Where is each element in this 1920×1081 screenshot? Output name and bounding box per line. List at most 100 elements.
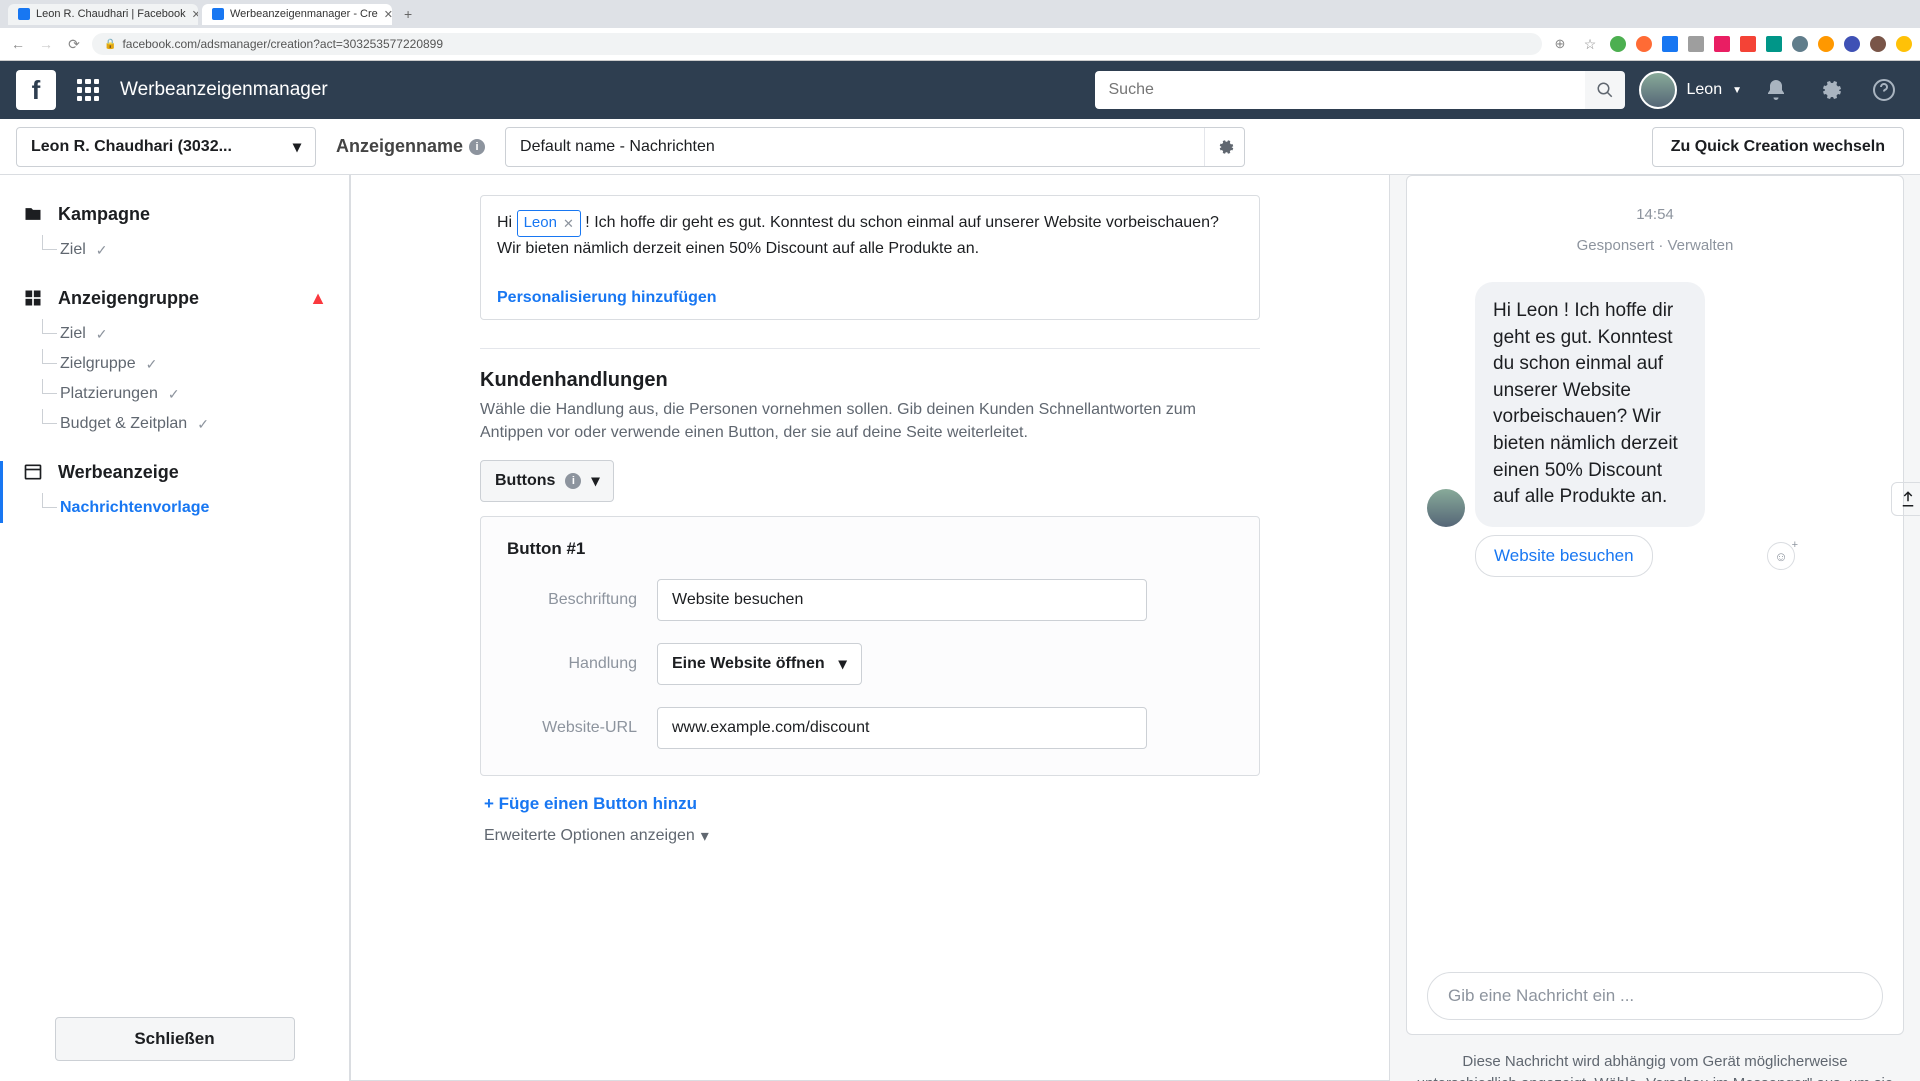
remove-tag-icon[interactable]: ✕	[563, 214, 574, 234]
account-label: Leon R. Chaudhari (3032...	[31, 138, 232, 156]
account-dropdown[interactable]: Leon R. Chaudhari (3032... ▾	[16, 127, 316, 167]
field-caption: Beschriftung	[507, 579, 1233, 621]
extension-icon[interactable]	[1766, 36, 1782, 52]
add-button-link[interactable]: + Füge einen Button hinzu	[480, 776, 701, 822]
reload-button[interactable]: ⟳	[64, 36, 84, 53]
extension-icon[interactable]	[1714, 36, 1730, 52]
field-url: Website-URL	[507, 707, 1233, 749]
ad-name-field	[505, 127, 1245, 167]
search-button[interactable]	[1585, 71, 1625, 109]
extension-icon[interactable]	[1662, 36, 1678, 52]
star-icon[interactable]: ☆	[1580, 36, 1600, 53]
button-config-card: Button #1 Beschriftung Handlung Eine Web…	[480, 516, 1260, 776]
emoji-reaction-icon[interactable]: ☺	[1767, 542, 1795, 570]
sidebar-item-label: Zielgruppe	[60, 355, 136, 373]
ad-name-label: Anzeigenname i	[336, 136, 485, 157]
tab-strip: Leon R. Chaudhari | Facebook ✕ Werbeanze…	[0, 0, 1920, 28]
button-card-title: Button #1	[507, 539, 1233, 559]
extension-icon[interactable]	[1896, 36, 1912, 52]
sidebar-item-platzierungen[interactable]: Platzierungen ✓	[60, 379, 327, 409]
extension-icon[interactable]	[1636, 36, 1652, 52]
user-name: Leon	[1687, 81, 1723, 99]
preview-message-wrap: Hi Leon ! Ich hoffe dir geht es gut. Kon…	[1427, 282, 1883, 577]
extension-tray: ⊕ ☆	[1550, 36, 1912, 53]
search-input[interactable]	[1095, 71, 1585, 109]
extension-icon[interactable]	[1818, 36, 1834, 52]
user-menu[interactable]: Leon ▼	[1639, 71, 1743, 109]
apps-grid-icon[interactable]	[70, 72, 106, 108]
sidebar-head-ad[interactable]: Werbeanzeige	[22, 461, 327, 483]
info-icon[interactable]: i	[469, 139, 485, 155]
caption-input[interactable]	[657, 579, 1147, 621]
sidebar-section-ad: Werbeanzeige Nachrichtenvorlage	[0, 461, 349, 523]
notifications-icon[interactable]	[1756, 70, 1796, 110]
preview-cta-button[interactable]: Website besuchen	[1475, 535, 1653, 577]
buttons-dropdown[interactable]: Buttons i ▾	[480, 460, 614, 502]
extension-icon[interactable]	[1610, 36, 1626, 52]
folder-icon	[22, 203, 44, 225]
adv-label: Erweiterte Optionen anzeigen	[484, 827, 695, 845]
url-input[interactable]	[657, 707, 1147, 749]
chevron-down-icon: ▼	[1732, 85, 1742, 96]
sidebar-item-ziel[interactable]: Ziel ✓	[60, 319, 327, 349]
preview-message-input[interactable]: Gib eine Nachricht ein ...	[1427, 972, 1883, 1020]
sidebar-item-budget[interactable]: Budget & Zeitplan ✓	[60, 409, 327, 439]
message-text-box[interactable]: Hi Leon ✕ ! Ich hoffe dir geht es gut. K…	[481, 196, 1259, 275]
input-placeholder: Gib eine Nachricht ein ...	[1448, 986, 1634, 1006]
sidebar-head-campaign[interactable]: Kampagne	[22, 203, 327, 225]
avatar	[1639, 71, 1677, 109]
advanced-options-link[interactable]: Erweiterte Optionen anzeigen ▾	[480, 822, 713, 850]
extension-icon[interactable]	[1688, 36, 1704, 52]
close-icon[interactable]: ✕	[192, 8, 198, 21]
quick-creation-button[interactable]: Zu Quick Creation wechseln	[1652, 127, 1904, 167]
tab-title: Werbeanzeigenmanager - Cre	[230, 8, 378, 20]
check-icon: ✓	[197, 416, 209, 433]
field-action: Handlung Eine Website öffnen ▾	[507, 643, 1233, 685]
info-icon[interactable]: i	[565, 473, 581, 489]
extension-icon[interactable]	[1792, 36, 1808, 52]
zoom-icon[interactable]: ⊕	[1550, 36, 1570, 52]
tab-title: Leon R. Chaudhari | Facebook	[36, 8, 186, 20]
new-tab-button[interactable]: +	[396, 6, 420, 22]
label-url: Website-URL	[507, 719, 637, 737]
sidebar-item-nachrichtenvorlage[interactable]: Nachrichtenvorlage	[60, 493, 327, 523]
settings-icon[interactable]	[1810, 70, 1850, 110]
sidebar-head-adset[interactable]: Anzeigengruppe ▲	[22, 287, 327, 309]
editor-column: Hi Leon ✕ ! Ich hoffe dir geht es gut. K…	[350, 175, 1390, 1081]
tag-label: Leon	[524, 212, 557, 235]
facebook-logo-icon[interactable]: f	[16, 70, 56, 110]
ad-name-input[interactable]	[506, 138, 1204, 156]
extension-icon[interactable]	[1740, 36, 1756, 52]
share-icon[interactable]	[1891, 482, 1920, 516]
add-personalization-link[interactable]: Personalisierung hinzufügen	[481, 275, 1259, 309]
check-icon: ✓	[96, 326, 108, 343]
sidebar: Kampagne Ziel ✓ Anzeigengruppe ▲ Ziel	[0, 175, 350, 1081]
close-button[interactable]: Schließen	[55, 1017, 295, 1061]
url-bar[interactable]: 🔒 facebook.com/adsmanager/creation?act=3…	[92, 33, 1542, 55]
preview-sponsored: Gesponsert · Verwalten	[1427, 237, 1883, 254]
msg-prefix: Hi	[497, 214, 517, 231]
check-icon: ✓	[168, 386, 180, 403]
gear-icon[interactable]	[1204, 128, 1244, 166]
extension-icon[interactable]	[1870, 36, 1886, 52]
close-icon[interactable]: ✕	[384, 8, 392, 21]
preview-disclaimer: Diese Nachricht wird abhängig vom Gerät …	[1406, 1035, 1904, 1081]
help-icon[interactable]	[1864, 70, 1904, 110]
personalization-tag[interactable]: Leon ✕	[517, 210, 581, 237]
avatar	[1427, 489, 1465, 527]
app-title: Werbeanzeigenmanager	[120, 79, 328, 101]
sidebar-item-label: Platzierungen	[60, 385, 158, 403]
forward-button[interactable]: →	[36, 36, 56, 52]
sidebar-item-ziel[interactable]: Ziel ✓	[60, 235, 327, 265]
sidebar-item-zielgruppe[interactable]: Zielgruppe ✓	[60, 349, 327, 379]
browser-tab[interactable]: Werbeanzeigenmanager - Cre ✕	[202, 4, 392, 25]
extension-icon[interactable]	[1844, 36, 1860, 52]
ad-icon	[22, 461, 44, 483]
action-dropdown[interactable]: Eine Website öffnen ▾	[657, 643, 862, 685]
favicon-icon	[18, 8, 30, 20]
preview-bubble: Hi Leon ! Ich hoffe dir geht es gut. Kon…	[1475, 282, 1705, 527]
divider	[480, 348, 1260, 349]
message-editor: Hi Leon ✕ ! Ich hoffe dir geht es gut. K…	[480, 195, 1260, 320]
back-button[interactable]: ←	[8, 36, 28, 52]
browser-tab[interactable]: Leon R. Chaudhari | Facebook ✕	[8, 4, 198, 25]
